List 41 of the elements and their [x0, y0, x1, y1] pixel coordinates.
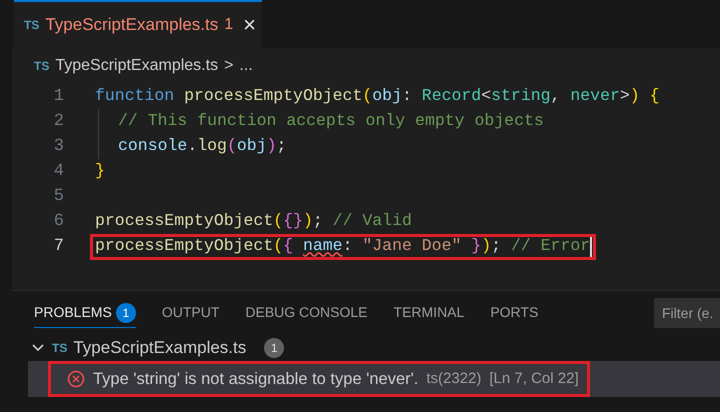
line-number: 2: [52, 110, 64, 133]
breadcrumb-item[interactable]: TypeScriptExamples.ts: [55, 54, 218, 78]
close-button[interactable]: ×: [243, 14, 256, 36]
line-number: 3: [52, 136, 64, 158]
code-line: // This function accepts only empty objects: [90, 108, 548, 134]
line-number: 6: [52, 210, 64, 233]
count-badge: 1: [116, 302, 136, 322]
panel-tab[interactable]: PROBLEMS 1: [34, 298, 136, 328]
tab-label: TypeScriptExamples.ts: [45, 14, 218, 36]
tab-label: DEBUG CONSOLE: [245, 303, 368, 322]
line-number: 7: [52, 236, 64, 258]
error-code: ts(2322): [426, 368, 482, 389]
breadcrumb-separator: >: [224, 56, 234, 76]
panel-tab[interactable]: OUTPUT: [162, 298, 220, 328]
problem-location: [Ln 7, Col 22]: [489, 368, 579, 389]
line-number: 4: [52, 160, 64, 183]
typescript-icon: TS: [52, 339, 68, 357]
file-name: TypeScriptExamples.ts: [73, 337, 246, 360]
problem-message: Type 'string' is not assignable to type 'never'.: [93, 368, 418, 390]
problem-count: 1: [224, 15, 234, 35]
line-number: 1: [52, 86, 64, 108]
typescript-icon: TS: [34, 57, 50, 75]
panel-tab[interactable]: TERMINAL: [394, 298, 464, 328]
code-line: }: [94, 160, 106, 182]
count-badge: 1: [264, 338, 284, 358]
error-icon: [67, 370, 85, 388]
code-line: function processEmptyObject(obj: Record<string, never>) {: [94, 85, 660, 108]
breadcrumb-item[interactable]: ...: [239, 54, 253, 78]
tab-label: PROBLEMS: [34, 303, 112, 322]
problem-row[interactable]: Type 'string' is not assignable to type 'never'. ts(2322) [Ln 7, Col 22]: [48, 361, 590, 397]
panel-tab[interactable]: DEBUG CONSOLE: [245, 298, 368, 328]
panel-tab[interactable]: PORTS: [490, 298, 538, 328]
tab-label: OUTPUT: [162, 303, 220, 322]
code-line: console.log(obj);: [90, 134, 290, 160]
code-line: processEmptyObject({}); // Valid: [94, 210, 413, 232]
tab-label: TERMINAL: [394, 303, 464, 322]
line-number: 5: [52, 186, 64, 208]
tab-label: PORTS: [490, 303, 538, 322]
typescript-icon: TS: [24, 16, 40, 34]
filter-field[interactable]: Filter (e.: [654, 298, 720, 328]
editor-tab[interactable]: TS TypeScriptExamples.ts 1 ×: [14, 0, 262, 48]
